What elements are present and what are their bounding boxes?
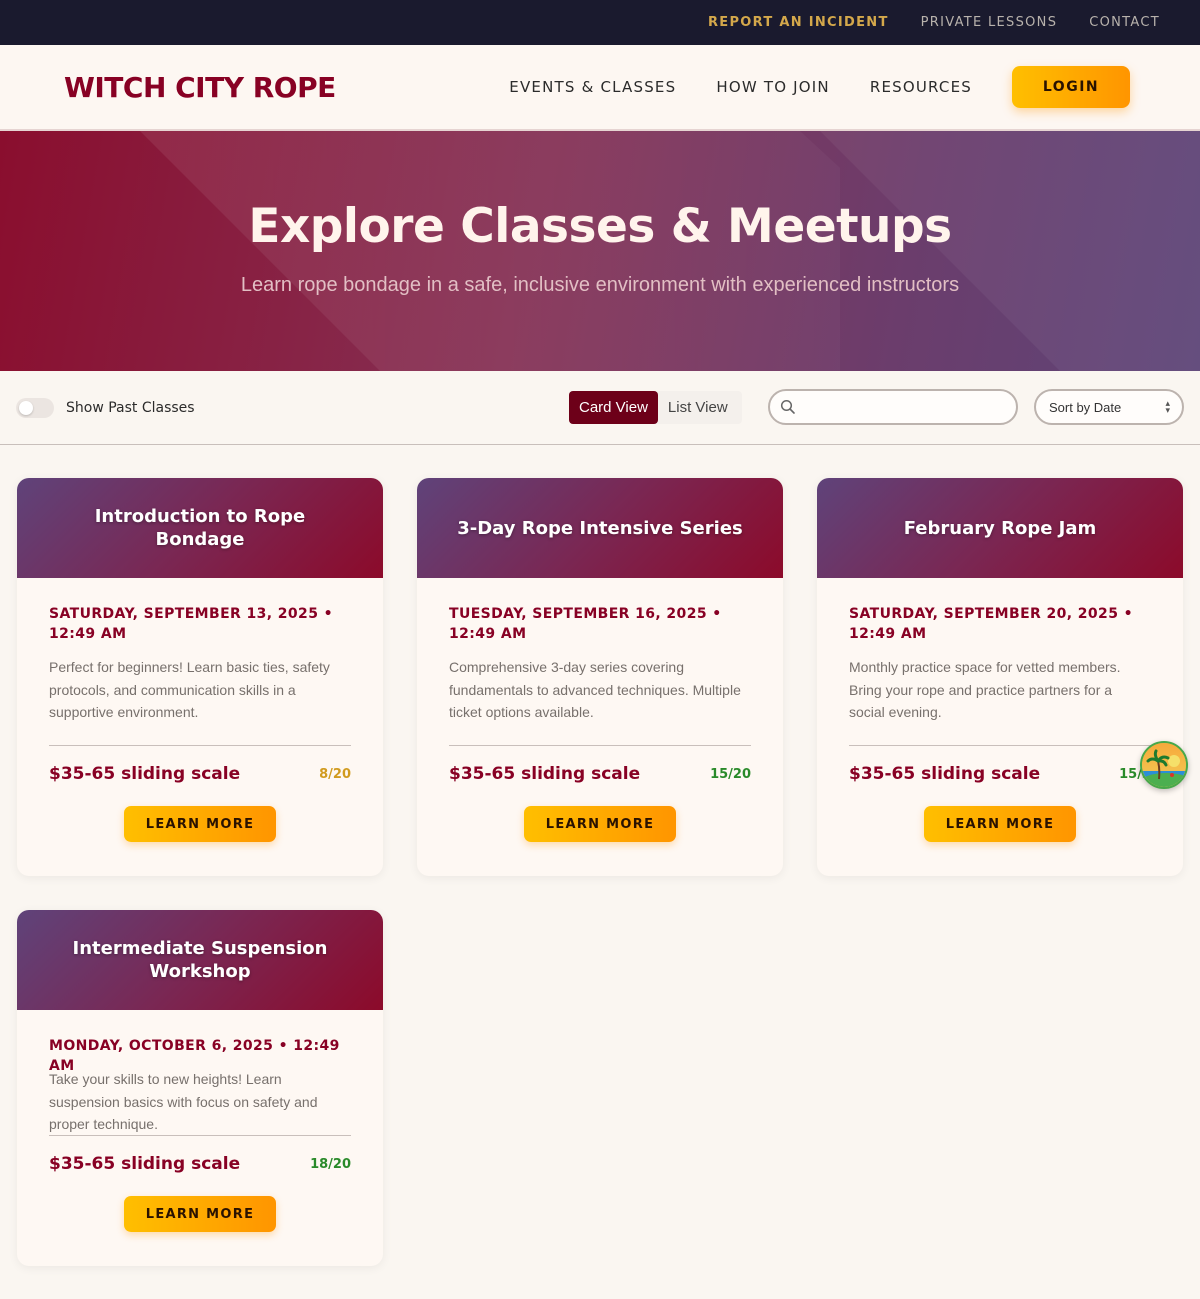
event-price: $35-65 sliding scale: [49, 1154, 241, 1174]
event-card: February Rope Jam SATURDAY, SEPTEMBER 20…: [817, 478, 1183, 876]
search-box: [768, 389, 1018, 425]
card-header: February Rope Jam: [817, 478, 1183, 578]
event-capacity: 15/20: [710, 767, 751, 782]
event-card: Intermediate Suspension Workshop MONDAY,…: [17, 910, 383, 1266]
nav-events-classes[interactable]: EVENTS & CLASSES: [509, 78, 676, 96]
search-input[interactable]: [802, 399, 1002, 415]
sort-select[interactable]: Sort by Date ▴ ▾: [1034, 389, 1184, 425]
card-view-button[interactable]: Card View: [569, 391, 658, 424]
event-card: Introduction to Rope Bondage SATURDAY, S…: [17, 478, 383, 876]
card-header: Intermediate Suspension Workshop: [17, 910, 383, 1010]
filter-bar: Show Past Classes Card View List View So…: [0, 371, 1200, 445]
card-divider: [49, 1135, 351, 1136]
card-body: SATURDAY, SEPTEMBER 13, 2025 • 12:49 AM …: [17, 578, 383, 738]
login-button[interactable]: LOGIN: [1012, 66, 1130, 108]
event-card: 3-Day Rope Intensive Series TUESDAY, SEP…: [417, 478, 783, 876]
card-divider: [849, 745, 1151, 746]
card-header: Introduction to Rope Bondage: [17, 478, 383, 578]
card-divider: [449, 745, 751, 746]
chevron-updown-icon: ▴ ▾: [1165, 398, 1170, 415]
show-past-toggle[interactable]: [16, 397, 54, 418]
palm-island-icon[interactable]: [1140, 741, 1188, 789]
event-description: Monthly practice space for vetted member…: [849, 659, 1121, 720]
event-price: $35-65 sliding scale: [849, 764, 1041, 784]
card-body: SATURDAY, SEPTEMBER 20, 2025 • 12:49 AM …: [817, 578, 1183, 738]
main-header: WITCH CITY ROPE EVENTS & CLASSES HOW TO …: [0, 45, 1200, 131]
view-toggle: Card View List View: [569, 391, 742, 424]
learn-more-button[interactable]: LEARN MORE: [524, 806, 676, 842]
event-title: Introduction to Rope Bondage: [94, 506, 306, 550]
nav-resources[interactable]: RESOURCES: [870, 78, 972, 96]
contact-link[interactable]: CONTACT: [1089, 15, 1160, 30]
card-header: 3-Day Rope Intensive Series: [417, 478, 783, 578]
main-nav: EVENTS & CLASSES HOW TO JOIN RESOURCES L…: [509, 66, 1130, 108]
learn-more-button[interactable]: LEARN MORE: [124, 1196, 276, 1232]
card-body: TUESDAY, SEPTEMBER 16, 2025 • 12:49 AM C…: [417, 578, 783, 738]
events-grid: Introduction to Rope Bondage SATURDAY, S…: [17, 478, 1183, 1266]
sort-select-value: Sort by Date: [1049, 399, 1122, 415]
event-date: SATURDAY, SEPTEMBER 13, 2025 • 12:49 AM: [49, 606, 333, 642]
report-incident-link[interactable]: REPORT AN INCIDENT: [708, 15, 889, 30]
utility-bar: REPORT AN INCIDENT PRIVATE LESSONS CONTA…: [0, 0, 1200, 45]
site-logo[interactable]: WITCH CITY ROPE: [64, 71, 336, 104]
learn-more-button[interactable]: LEARN MORE: [124, 806, 276, 842]
page-subtitle: Learn rope bondage in a safe, inclusive …: [240, 274, 960, 296]
event-date: MONDAY, OCTOBER 6, 2025 • 12:49 AM: [49, 1038, 340, 1074]
event-title: 3-Day Rope Intensive Series: [457, 517, 743, 539]
event-date: TUESDAY, SEPTEMBER 16, 2025 • 12:49 AM: [449, 606, 722, 642]
private-lessons-link[interactable]: PRIVATE LESSONS: [921, 15, 1058, 30]
card-divider: [49, 745, 351, 746]
event-description: Comprehensive 3-day series covering fund…: [449, 659, 741, 720]
event-title: Intermediate Suspension Workshop: [72, 938, 328, 982]
event-capacity: 8/20: [319, 767, 351, 782]
event-title: February Rope Jam: [903, 517, 1097, 539]
event-date: SATURDAY, SEPTEMBER 20, 2025 • 12:49 AM: [849, 606, 1133, 642]
event-description: Take your skills to new heights! Learn s…: [49, 1071, 318, 1132]
page-title: Explore Classes & Meetups: [248, 199, 952, 254]
event-price: $35-65 sliding scale: [49, 764, 241, 784]
event-description: Perfect for beginners! Learn basic ties,…: [49, 659, 330, 720]
event-capacity: 18/20: [310, 1157, 351, 1172]
nav-how-to-join[interactable]: HOW TO JOIN: [716, 78, 830, 96]
show-past-label: Show Past Classes: [66, 399, 195, 416]
learn-more-button[interactable]: LEARN MORE: [924, 806, 1076, 842]
event-price: $35-65 sliding scale: [449, 764, 641, 784]
list-view-button[interactable]: List View: [658, 391, 742, 424]
card-body: MONDAY, OCTOBER 6, 2025 • 12:49 AM Take …: [17, 1010, 383, 1132]
search-icon: [780, 399, 796, 415]
toggle-knob: [19, 400, 33, 415]
hero-banner: Explore Classes & Meetups Learn rope bon…: [0, 131, 1200, 371]
